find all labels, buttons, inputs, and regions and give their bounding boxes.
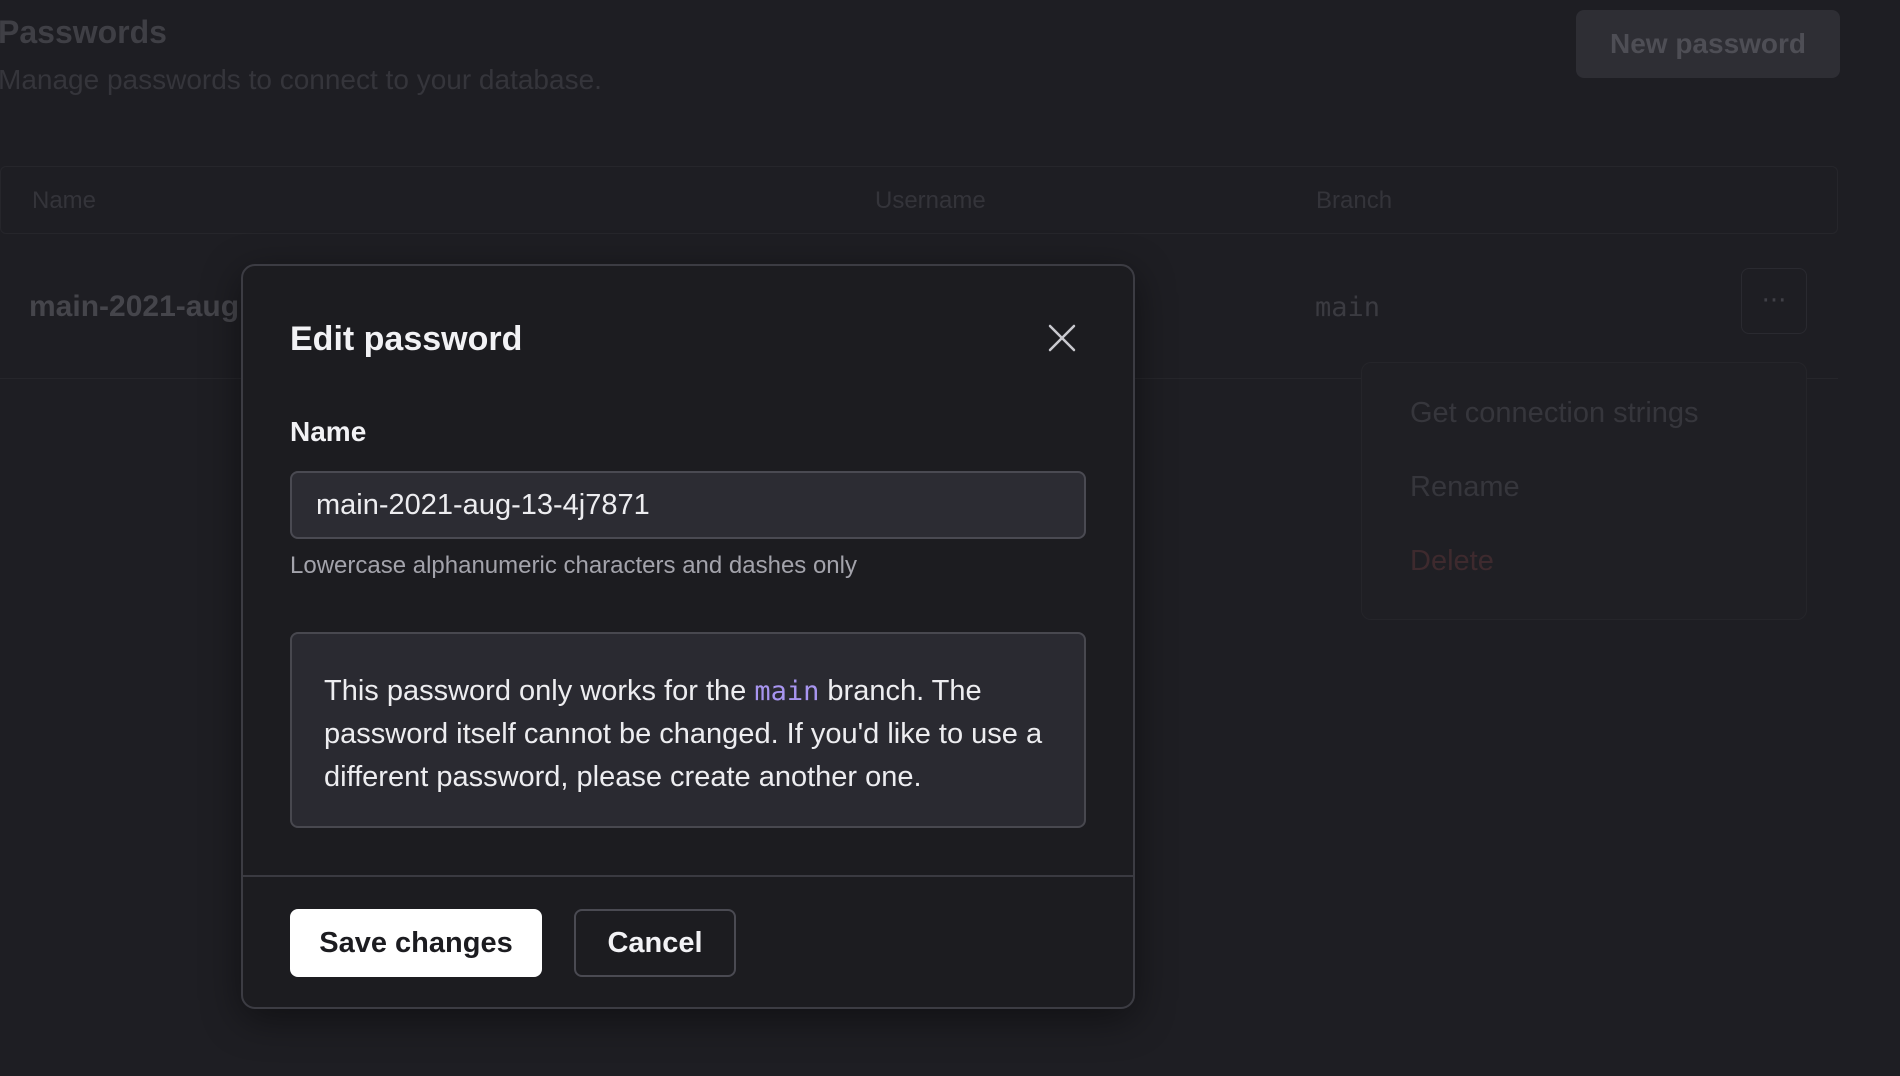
table-header: Name Username Branch [0,166,1838,234]
menu-item-rename[interactable]: Rename [1410,471,1520,504]
branch-code: main [754,676,820,707]
name-input[interactable] [290,471,1086,539]
close-button[interactable] [1042,318,1082,358]
page-subtitle: Manage passwords to connect to your data… [0,64,602,95]
footer-divider [243,875,1133,877]
menu-item-delete[interactable]: Delete [1410,545,1494,578]
column-header-name: Name [32,187,97,214]
edit-password-dialog: Edit password Name Lowercase alphanumeri… [241,264,1135,1009]
more-options-button[interactable]: ··· [1741,268,1807,334]
column-header-username: Username [875,187,986,214]
more-horizontal-icon: ··· [1761,286,1787,316]
menu-item-get-connection-strings[interactable]: Get connection strings [1410,397,1699,430]
dialog-title: Edit password [290,320,523,358]
row-name: main-2021-aug [29,290,240,323]
row-branch: main [1315,292,1381,323]
name-field-label: Name [290,416,367,447]
info-text-before: This password only works for the [324,675,755,707]
info-notice: This password only works for the main br… [290,632,1086,828]
new-password-button[interactable]: New password [1576,10,1840,78]
cancel-button[interactable]: Cancel [574,909,736,977]
name-field-hint: Lowercase alphanumeric characters and da… [290,552,857,579]
save-changes-button[interactable]: Save changes [290,909,542,977]
column-header-branch: Branch [1316,187,1393,214]
close-icon [1048,324,1076,352]
page-title: Passwords [0,14,167,50]
passwords-page: Passwords Manage passwords to connect to… [0,0,1900,1076]
row-actions-menu: Get connection strings Rename Delete [1361,362,1807,620]
